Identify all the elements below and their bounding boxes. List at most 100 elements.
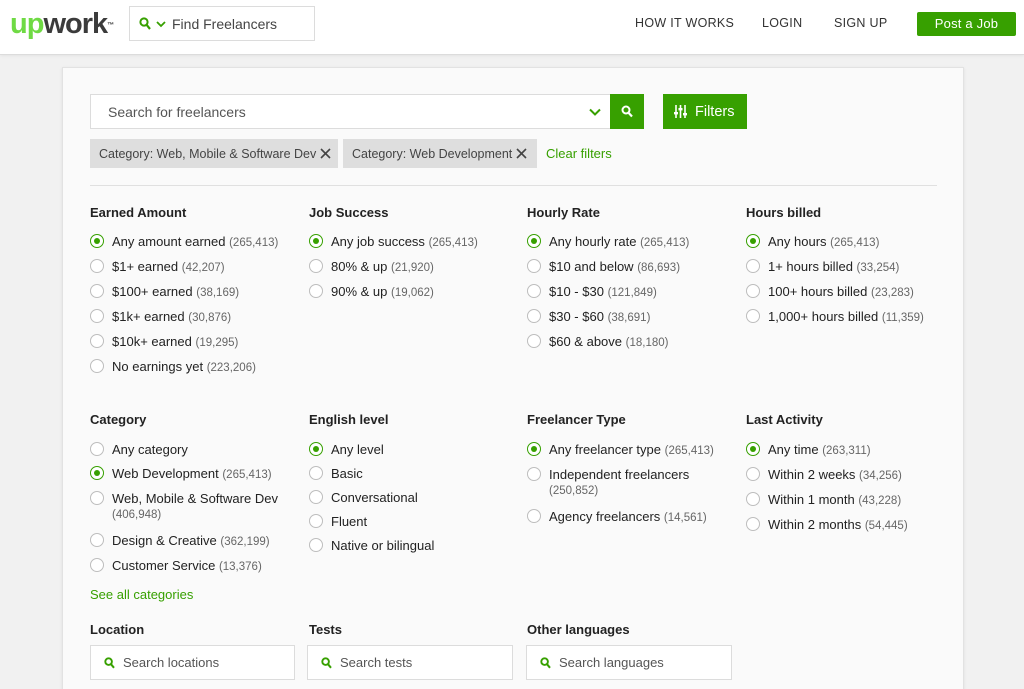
radio-button[interactable] (90, 442, 104, 456)
radio-option[interactable]: Web Development (265,413) (90, 466, 272, 481)
nav-how-it-works[interactable]: HOW IT WORKS (635, 16, 734, 30)
radio-option[interactable]: Fluent (309, 514, 367, 529)
radio-button[interactable] (309, 234, 323, 248)
radio-option[interactable]: Native or bilingual (309, 538, 434, 553)
radio-button[interactable] (527, 334, 541, 348)
radio-button[interactable] (746, 492, 760, 506)
logo-work: work (43, 8, 108, 40)
close-icon[interactable] (516, 148, 527, 159)
radio-option[interactable]: Any amount earned (265,413) (90, 234, 278, 249)
radio-option[interactable]: $1k+ earned (30,876) (90, 309, 231, 324)
radio-option[interactable]: 1,000+ hours billed (11,359) (746, 309, 924, 324)
radio-option[interactable]: 90% & up (19,062) (309, 284, 434, 299)
close-icon[interactable] (320, 148, 331, 159)
search-placeholder: Search for freelancers (108, 104, 246, 120)
radio-button[interactable] (90, 491, 104, 505)
radio-button[interactable] (309, 259, 323, 273)
radio-button[interactable] (90, 309, 104, 323)
radio-button[interactable] (90, 558, 104, 572)
radio-button[interactable] (309, 466, 323, 480)
radio-button[interactable] (746, 467, 760, 481)
radio-option[interactable]: Any freelancer type (265,413) (527, 442, 714, 457)
radio-button[interactable] (90, 234, 104, 248)
search-icon (104, 656, 115, 668)
radio-button[interactable] (527, 234, 541, 248)
filter-chip-web-mobile-software: Category: Web, Mobile & Software Dev (90, 139, 338, 168)
location-search-input[interactable]: Search locations (90, 645, 295, 680)
radio-option[interactable]: Conversational (309, 490, 418, 505)
radio-option[interactable]: Any job success (265,413) (309, 234, 478, 249)
radio-option[interactable]: 100+ hours billed (23,283) (746, 284, 914, 299)
radio-option[interactable]: Within 2 months (54,445) (746, 517, 908, 532)
radio-button[interactable] (746, 517, 760, 531)
radio-button[interactable] (309, 442, 323, 456)
see-all-categories-link[interactable]: See all categories (90, 587, 193, 602)
radio-option[interactable]: $100+ earned (38,169) (90, 284, 239, 299)
radio-option[interactable]: $10 and below (86,693) (527, 259, 680, 274)
radio-button[interactable] (90, 466, 104, 480)
search-icon (139, 16, 151, 30)
radio-button[interactable] (527, 284, 541, 298)
radio-option[interactable]: Any level (309, 442, 384, 457)
radio-button[interactable] (309, 490, 323, 504)
radio-button[interactable] (309, 514, 323, 528)
radio-option[interactable]: Web, Mobile & Software Dev (406,948) (90, 491, 278, 521)
radio-option[interactable]: $30 - $60 (38,691) (527, 309, 650, 324)
radio-option[interactable]: No earnings yet (223,206) (90, 359, 256, 374)
find-freelancers-dropdown[interactable]: Find Freelancers (129, 6, 315, 41)
radio-button[interactable] (90, 533, 104, 547)
radio-option[interactable]: $10k+ earned (19,295) (90, 334, 238, 349)
location-placeholder: Search locations (123, 655, 220, 670)
logo-tm: ™ (107, 22, 115, 29)
radio-button[interactable] (527, 467, 541, 481)
radio-button[interactable] (90, 259, 104, 273)
radio-button[interactable] (527, 259, 541, 273)
hours-billed-title: Hours billed (746, 205, 822, 220)
radio-button[interactable] (90, 359, 104, 373)
radio-option[interactable]: Basic (309, 466, 363, 481)
radio-button[interactable] (746, 284, 760, 298)
radio-button[interactable] (527, 509, 541, 523)
radio-button[interactable] (309, 538, 323, 552)
radio-option[interactable]: Any hours (265,413) (746, 234, 879, 249)
radio-option[interactable]: Within 1 month (43,228) (746, 492, 901, 507)
nav-sign-up[interactable]: SIGN UP (834, 16, 888, 30)
radio-option[interactable]: Within 2 weeks (34,256) (746, 467, 902, 482)
radio-option[interactable]: $10 - $30 (121,849) (527, 284, 657, 299)
radio-option[interactable]: 80% & up (21,920) (309, 259, 434, 274)
languages-placeholder: Search languages (559, 655, 664, 670)
filters-button[interactable]: Filters (663, 94, 747, 129)
radio-option[interactable]: Any hourly rate (265,413) (527, 234, 689, 249)
chevron-down-icon[interactable] (589, 108, 601, 116)
freelancer-search-input[interactable]: Search for freelancers (90, 94, 611, 129)
upwork-logo[interactable]: upwork™ (10, 8, 114, 40)
radio-option[interactable]: $60 & above (18,180) (527, 334, 668, 349)
radio-button[interactable] (90, 334, 104, 348)
radio-option[interactable]: Design & Creative (362,199) (90, 533, 270, 548)
top-navbar: upwork™ Find Freelancers HOW IT WORKS LO… (0, 0, 1024, 55)
chevron-down-icon (156, 20, 166, 27)
post-a-job-button[interactable]: Post a Job (917, 12, 1016, 36)
languages-search-input[interactable]: Search languages (526, 645, 732, 680)
radio-button[interactable] (746, 259, 760, 273)
radio-option[interactable]: Independent freelancers (250,852) (527, 467, 689, 497)
radio-option[interactable]: Agency freelancers (14,561) (527, 509, 707, 524)
nav-login[interactable]: LOGIN (762, 16, 802, 30)
radio-button[interactable] (527, 309, 541, 323)
radio-button[interactable] (527, 442, 541, 456)
search-icon (621, 105, 633, 118)
radio-button[interactable] (746, 442, 760, 456)
radio-button[interactable] (746, 309, 760, 323)
tests-search-input[interactable]: Search tests (307, 645, 513, 680)
hourly-rate-title: Hourly Rate (527, 205, 600, 220)
radio-option[interactable]: $1+ earned (42,207) (90, 259, 225, 274)
radio-button[interactable] (746, 234, 760, 248)
radio-option[interactable]: Any time (263,311) (746, 442, 871, 457)
radio-option[interactable]: Any category (90, 442, 188, 457)
radio-button[interactable] (90, 284, 104, 298)
radio-option[interactable]: 1+ hours billed (33,254) (746, 259, 899, 274)
clear-filters-link[interactable]: Clear filters (546, 146, 612, 161)
search-button[interactable] (610, 94, 644, 129)
radio-option[interactable]: Customer Service (13,376) (90, 558, 262, 573)
radio-button[interactable] (309, 284, 323, 298)
